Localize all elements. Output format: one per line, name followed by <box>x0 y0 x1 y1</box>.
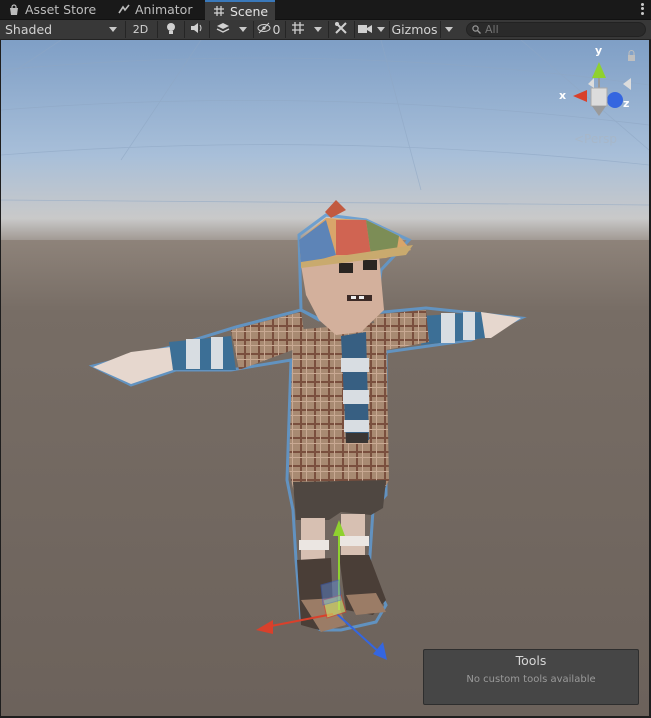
chevron-down-icon <box>239 27 247 32</box>
gizmos-label: Gizmos <box>391 22 438 37</box>
chevron-down-icon <box>444 27 453 32</box>
tools-title: Tools <box>515 653 547 668</box>
tools-toggle-button[interactable] <box>328 21 352 38</box>
gizmo-x-label: x <box>559 89 567 102</box>
scene-viewport[interactable]: y x z <Persp Tools No custom tools avail… <box>1 40 649 716</box>
tab-label: Scene <box>230 3 269 19</box>
tools-overlay[interactable]: Tools No custom tools available <box>423 649 639 705</box>
chevron-down-icon <box>314 27 322 32</box>
2d-label: 2D <box>132 23 149 36</box>
grid-hash-icon <box>213 5 225 17</box>
gizmo-z-label: z <box>623 97 630 110</box>
chevron-down-icon <box>109 27 117 32</box>
hidden-count: 0 <box>272 22 281 37</box>
shading-mode-dropdown[interactable]: Shaded <box>2 21 120 38</box>
scene-render <box>1 40 649 716</box>
grid-toggle-button[interactable] <box>285 21 309 38</box>
audio-toggle-button[interactable] <box>184 21 208 38</box>
projection-toggle[interactable]: <Persp <box>574 132 617 146</box>
search-input[interactable] <box>485 23 635 36</box>
lightbulb-icon <box>165 22 177 38</box>
effects-toggle-button[interactable] <box>209 21 235 38</box>
tools-crossed-icon <box>334 21 348 38</box>
2d-toggle-button[interactable]: 2D <box>125 21 155 38</box>
tab-label: Animator <box>135 2 193 17</box>
scene-toolbar: Shaded 2D 0 Gizmos All <box>0 20 651 40</box>
tools-note: No custom tools available <box>466 674 596 685</box>
gizmos-toggle-button[interactable]: Gizmos <box>389 21 439 38</box>
gizmos-dropdown[interactable] <box>440 21 456 38</box>
grid-icon <box>291 21 305 38</box>
gizmo-y-label: y <box>595 44 603 57</box>
more-options-icon[interactable] <box>639 2 645 16</box>
camera-icon <box>357 22 372 37</box>
camera-settings-button[interactable] <box>354 21 374 38</box>
editor-tab-bar: Asset Store Animator Scene <box>0 0 651 20</box>
effects-dropdown[interactable] <box>236 21 250 38</box>
tab-scene[interactable]: Scene <box>205 0 275 20</box>
chevron-down-icon <box>377 27 385 32</box>
tab-asset-store[interactable]: Asset Store <box>0 0 104 19</box>
scene-visibility-toggle[interactable]: 0 <box>253 21 283 38</box>
grid-dropdown[interactable] <box>311 21 325 38</box>
hidden-eye-icon <box>257 22 272 37</box>
camera-dropdown[interactable] <box>374 21 388 38</box>
animator-icon <box>118 4 130 16</box>
shading-mode-label: Shaded <box>5 22 53 37</box>
layers-effects-icon <box>216 22 230 37</box>
tab-animator[interactable]: Animator <box>110 0 200 19</box>
scene-search-box[interactable] <box>466 22 646 37</box>
tab-label: Asset Store <box>25 2 97 17</box>
shopping-bag-icon <box>8 3 20 16</box>
speaker-icon <box>190 22 204 37</box>
lighting-toggle-button[interactable] <box>157 21 183 38</box>
search-icon <box>472 25 481 34</box>
